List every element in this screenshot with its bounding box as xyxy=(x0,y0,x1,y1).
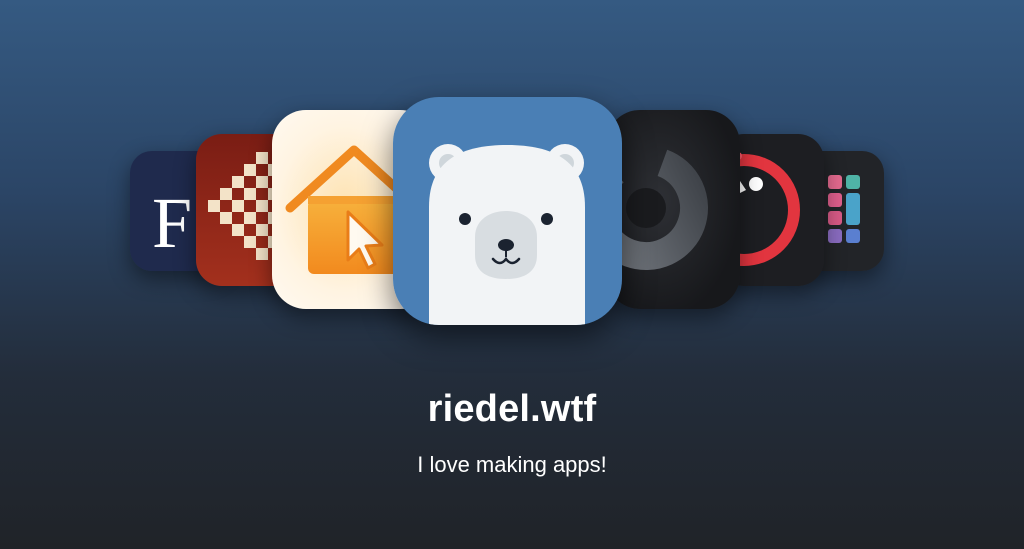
site-title: riedel.wtf xyxy=(427,388,597,430)
app-showcase: F riedel.wtf I love making apps! xyxy=(0,0,1024,549)
polar-bear-app-icon[interactable] xyxy=(393,97,622,325)
svg-text:F: F xyxy=(152,183,192,263)
dark-dial-app-icon[interactable] xyxy=(606,110,740,309)
site-tagline: I love making apps! xyxy=(417,452,607,477)
